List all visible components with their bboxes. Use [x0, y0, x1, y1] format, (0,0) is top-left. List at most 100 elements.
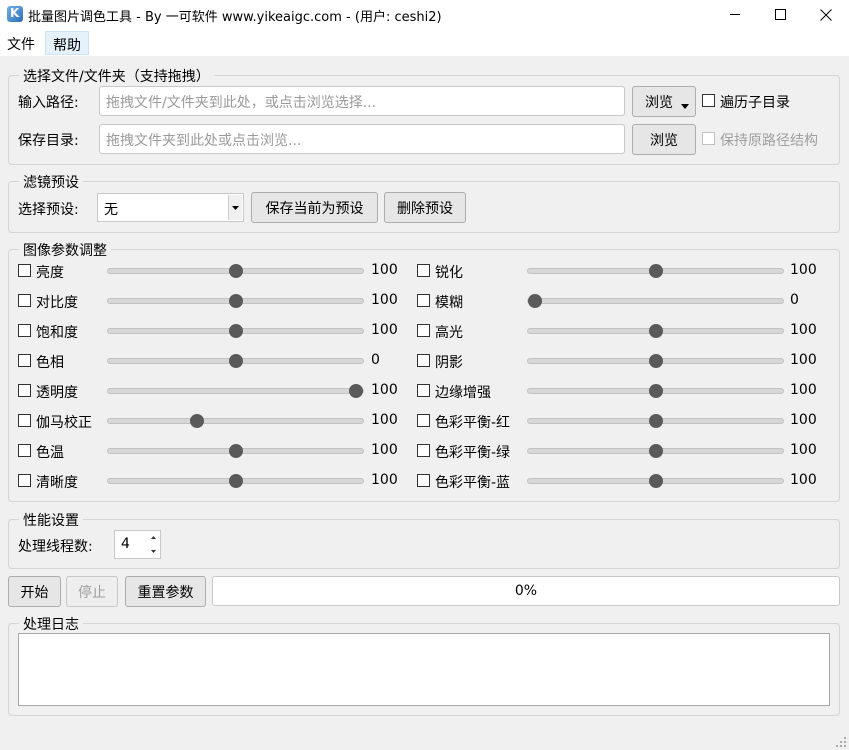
keep-structure-checkbox[interactable] — [702, 132, 715, 145]
minimize-icon — [729, 14, 740, 15]
param-slider-right-1[interactable] — [527, 298, 784, 304]
param-value-right-2: 100 — [790, 322, 817, 338]
param-slider-handle-left-0[interactable] — [228, 264, 243, 278]
menu-help[interactable]: 帮助 — [45, 31, 89, 55]
param-label-right-0: 锐化 — [435, 265, 463, 281]
threads-up-button[interactable] — [146, 531, 160, 544]
minimize-button[interactable] — [712, 0, 758, 29]
param-label-right-7: 色彩平衡-蓝 — [435, 475, 511, 491]
start-button[interactable]: 开始 — [8, 576, 61, 607]
window-title: 批量图片调色工具 - By 一可软件 www.yikeaigc.com - (用… — [28, 10, 442, 25]
recursive-label: 遍历子目录 — [720, 95, 790, 111]
param-value-right-4: 100 — [790, 382, 817, 398]
param-checkbox-right-7[interactable] — [417, 474, 430, 487]
param-checkbox-right-1[interactable] — [417, 294, 430, 307]
maximize-icon — [774, 9, 786, 20]
preset-select-value: 无 — [104, 202, 118, 218]
log-group-title: 处理日志 — [19, 614, 83, 634]
param-value-left-1: 100 — [371, 292, 398, 308]
param-value-left-5: 100 — [371, 412, 398, 428]
param-slider-handle-left-1[interactable] — [228, 294, 243, 308]
param-value-left-4: 100 — [371, 382, 398, 398]
param-value-left-7: 100 — [371, 472, 398, 488]
app-icon — [7, 6, 23, 22]
param-checkbox-left-7[interactable] — [18, 474, 31, 487]
param-checkbox-left-2[interactable] — [18, 324, 31, 337]
param-slider-handle-right-1[interactable] — [528, 294, 542, 308]
resize-grip-icon[interactable] — [836, 737, 846, 747]
param-slider-handle-left-6[interactable] — [228, 444, 243, 458]
param-checkbox-right-4[interactable] — [417, 384, 430, 397]
param-value-right-7: 100 — [790, 472, 817, 488]
param-checkbox-right-5[interactable] — [417, 414, 430, 427]
param-label-right-5: 色彩平衡-红 — [435, 415, 511, 431]
param-value-right-3: 100 — [790, 352, 817, 368]
save-dir-field[interactable]: 拖拽文件夹到此处或点击浏览... — [99, 124, 625, 154]
param-slider-handle-left-5[interactable] — [189, 414, 204, 428]
param-label-right-6: 色彩平衡-绿 — [435, 445, 511, 461]
preset-select[interactable]: 无 — [97, 193, 244, 222]
delete-preset-button[interactable]: 删除预设 — [384, 192, 466, 223]
menu-bar: 文件 帮助 — [0, 29, 849, 56]
browse-input-button[interactable]: 浏览 — [632, 86, 696, 117]
preset-dropdown-button[interactable] — [228, 195, 242, 220]
dropdown-arrow-icon — [681, 104, 689, 109]
save-dir-label: 保存目录: — [18, 133, 79, 149]
param-slider-handle-right-2[interactable] — [648, 324, 663, 338]
keep-structure-label: 保持原路径结构 — [720, 133, 818, 149]
param-value-left-0: 100 — [371, 262, 398, 278]
input-path-label: 输入路径: — [18, 95, 79, 111]
threads-label: 处理线程数: — [18, 539, 93, 555]
reset-params-button[interactable]: 重置参数 — [125, 576, 206, 607]
preset-group-title: 滤镜预设 — [19, 172, 83, 192]
param-value-right-1: 0 — [790, 292, 799, 308]
perf-group-title: 性能设置 — [19, 510, 83, 530]
recursive-checkbox[interactable] — [702, 94, 715, 107]
input-path-field[interactable]: 拖拽文件/文件夹到此处，或点击浏览选择... — [99, 86, 625, 116]
log-textarea[interactable] — [18, 633, 830, 706]
param-label-left-6: 色温 — [36, 445, 64, 461]
param-slider-handle-right-5[interactable] — [648, 414, 663, 428]
param-slider-handle-left-2[interactable] — [228, 324, 243, 338]
param-checkbox-left-5[interactable] — [18, 414, 31, 427]
preset-select-label: 选择预设: — [18, 202, 79, 218]
param-checkbox-right-0[interactable] — [417, 264, 430, 277]
param-slider-left-5[interactable] — [107, 418, 364, 424]
param-slider-handle-left-4[interactable] — [349, 384, 363, 398]
close-icon — [820, 8, 832, 21]
param-slider-left-4[interactable] — [107, 388, 364, 394]
threads-spinbox[interactable]: 4 — [114, 530, 161, 559]
params-group — [8, 249, 840, 502]
param-slider-handle-right-6[interactable] — [648, 444, 663, 458]
param-value-right-5: 100 — [790, 412, 817, 428]
param-checkbox-right-2[interactable] — [417, 324, 430, 337]
param-slider-handle-right-7[interactable] — [648, 474, 663, 488]
threads-down-button[interactable] — [146, 545, 160, 558]
param-value-left-3: 0 — [371, 352, 380, 368]
param-checkbox-left-1[interactable] — [18, 294, 31, 307]
param-value-left-2: 100 — [371, 322, 398, 338]
param-value-right-6: 100 — [790, 442, 817, 458]
menu-file[interactable]: 文件 — [0, 31, 42, 55]
param-label-left-1: 对比度 — [36, 295, 78, 311]
close-button[interactable] — [803, 0, 849, 29]
param-checkbox-right-3[interactable] — [417, 354, 430, 367]
param-label-left-4: 透明度 — [36, 385, 78, 401]
param-checkbox-left-3[interactable] — [18, 354, 31, 367]
param-checkbox-left-6[interactable] — [18, 444, 31, 457]
param-slider-handle-right-0[interactable] — [648, 264, 663, 278]
param-slider-handle-left-3[interactable] — [228, 354, 243, 368]
param-label-right-4: 边缘增强 — [435, 385, 491, 401]
chevron-down-icon — [232, 205, 239, 210]
browse-save-button[interactable]: 浏览 — [632, 124, 696, 155]
param-slider-handle-left-7[interactable] — [228, 474, 243, 488]
save-preset-button[interactable]: 保存当前为预设 — [251, 192, 378, 223]
param-checkbox-left-4[interactable] — [18, 384, 31, 397]
param-slider-handle-right-3[interactable] — [648, 354, 663, 368]
param-checkbox-right-6[interactable] — [417, 444, 430, 457]
param-label-right-1: 模糊 — [435, 295, 463, 311]
stop-button[interactable]: 停止 — [66, 576, 118, 607]
param-checkbox-left-0[interactable] — [18, 264, 31, 277]
maximize-button[interactable] — [757, 0, 803, 29]
param-slider-handle-right-4[interactable] — [648, 384, 663, 398]
